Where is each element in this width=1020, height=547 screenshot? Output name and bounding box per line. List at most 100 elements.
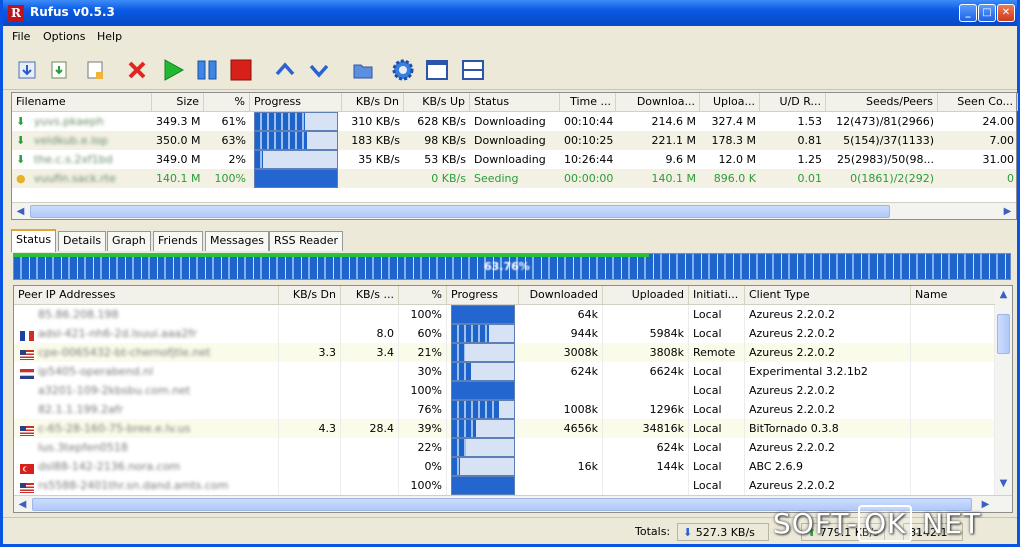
peer-progress-bar [451,419,515,438]
col-peer-initiator[interactable]: Initiati... [689,286,745,304]
peer-vscroll[interactable]: ▲ ▼ [995,286,1012,495]
peer-row[interactable]: c-65-28-160-75-bree.e.lv.us 4.3 28.4 39% 465… [14,419,995,438]
open-folder-icon[interactable] [351,58,375,82]
peer-pct: 100% [399,381,447,400]
torrent-progress-bar [254,150,338,169]
peer-row[interactable]: dsl88-142-2136.nora.com 0% 16k 144k Local ABC… [14,457,995,476]
peer-ip-cell: dsl88-142-2136.nora.com [14,457,279,476]
menu-options[interactable]: Options [43,30,85,43]
col-seen[interactable]: Seen Co... [938,93,1018,111]
menu-help[interactable]: Help [97,30,122,43]
peer-row[interactable]: 82.1.1.199.2afr 76% 1008k 1296k Local Azureus… [14,400,995,419]
torrent-downloaded: 221.1 M [651,134,696,147]
col-peer-uploaded[interactable]: Uploaded [603,286,689,304]
col-progress[interactable]: Progress [250,93,342,111]
flag-fr-icon [20,328,34,341]
flag-us-icon [20,480,34,493]
col-peer-ip[interactable]: Peer IP Addresses [14,286,279,304]
col-peer-dn[interactable]: KB/s Dn [279,286,341,304]
torrent-row[interactable]: ● vuufin.sack.rte 140.1 M 100% 0 KB/s Seeding… [12,169,1016,188]
peer-row[interactable]: cpe-0065432-bt-chernofjtle.net 3.3 3.4 21% 3… [14,343,995,362]
col-percent[interactable]: % [204,93,250,111]
torrent-progress-bar [254,169,338,188]
col-ratio[interactable]: U/D R... [760,93,826,111]
title-bar[interactable]: R Rufus v0.5.3 _ □ ✕ [3,0,1017,26]
col-filename[interactable]: Filename [12,93,152,111]
add-url-icon[interactable] [47,58,71,82]
peer-up [341,362,399,381]
view-split-icon[interactable] [461,58,485,82]
add-torrent-icon[interactable] [15,58,39,82]
peer-row[interactable]: rs5588-2401thr.sn.dand.amts.com 100% Local… [14,476,995,495]
col-seeds-peers[interactable]: Seeds/Peers [826,93,938,111]
scroll-left-icon[interactable]: ◀ [13,204,28,219]
app-icon: R [8,5,24,21]
new-torrent-icon[interactable] [83,58,107,82]
tab-status[interactable]: Status [11,229,57,252]
col-peer-up[interactable]: KB/s ... [341,286,399,304]
move-down-icon[interactable] [307,58,331,82]
tab-messages[interactable]: Messages [205,231,269,251]
col-time[interactable]: Time ... [560,93,616,111]
peer-uploaded: 1296k [603,400,689,419]
peer-ip: 85.86.208.198 [38,308,119,321]
peer-row[interactable]: ip5405-operabend.nl 30% 624k 6624k Local Expe… [14,362,995,381]
peer-uploaded: 3808k [603,343,689,362]
peer-pct: 100% [399,305,447,324]
peer-row[interactable]: a3201-109-2kbsbu.com.net 100% Local Azureus… [14,381,995,400]
peer-dn [279,381,341,400]
torrent-time: 00:00:00 [564,172,614,185]
col-status[interactable]: Status [470,93,560,111]
col-peer-downloaded[interactable]: Downloaded [519,286,603,304]
peer-up: 3.4 [341,343,399,362]
menu-file[interactable]: File [12,30,30,43]
torrent-row[interactable]: ⬇ the.c.s.2xf1bd 349.0 M 2% 35 KB/s 53 KB/s Do… [12,150,1016,169]
seed-icon: ● [16,172,26,185]
torrent-row[interactable]: ⬇ yuvs.pkaeph 349.3 M 61% 310 KB/s 628 KB/s Do… [12,112,1016,131]
peer-row[interactable]: lus.3tepfen0518 22% 624k Local Azureus 2.2.0… [14,438,995,457]
torrent-hscroll[interactable]: ◀ ▶ [12,202,1016,219]
tab-friends[interactable]: Friends [153,231,203,251]
close-button[interactable]: ✕ [997,4,1015,22]
col-client-type[interactable]: Client Type [745,286,911,304]
move-up-icon[interactable] [273,58,297,82]
tab-graph[interactable]: Graph [107,231,151,251]
watermark-suffix: .NET [912,507,982,540]
peer-init: Local [689,324,745,343]
col-kbs-dn[interactable]: KB/s Dn [342,93,404,111]
torrent-row[interactable]: ⬇ veldkub.e.lop 350.0 M 63% 183 KB/s 98 KB/s D… [12,131,1016,150]
peer-dn [279,324,341,343]
peer-ip: c-65-28-160-75-bree.e.lv.us [38,422,191,435]
scroll-right-icon[interactable]: ▶ [1000,204,1015,219]
scroll-up-icon[interactable]: ▲ [996,287,1011,302]
peer-init: Local [689,362,745,381]
col-kbs-up[interactable]: KB/s Up [404,93,470,111]
scroll-down-icon[interactable]: ▼ [996,476,1011,491]
peer-scroll-left-icon[interactable]: ◀ [15,497,30,512]
down-arrow-icon: ⬇ [16,153,26,166]
remove-icon[interactable] [125,58,149,82]
col-downloaded[interactable]: Downloa... [616,93,700,111]
settings-icon[interactable] [391,58,415,82]
start-icon[interactable] [161,58,185,82]
scroll-thumb[interactable] [30,205,890,218]
peer-init: Local [689,305,745,324]
peer-row[interactable]: adsl-421-nh6-2d.lsuui.aaa2fr 8.0 60% 944k 59… [14,324,995,343]
minimize-button[interactable]: _ [959,4,977,22]
maximize-button[interactable]: □ [978,4,996,22]
vscroll-thumb[interactable] [997,314,1010,354]
col-peer-progress[interactable]: Progress [447,286,519,304]
down-arrow-icon: ⬇ [16,115,26,128]
col-size[interactable]: Size [152,93,204,111]
col-peer-name[interactable]: Name [911,286,997,304]
peer-row[interactable]: 85.86.208.198 100% 64k Local Azureus 2.2.0.2 [14,305,995,324]
pause-icon[interactable] [195,58,219,82]
peer-init: Local [689,457,745,476]
stop-icon[interactable] [229,58,253,82]
tab-details[interactable]: Details [58,231,107,251]
col-uploaded[interactable]: Uploa... [700,93,760,111]
tab-rss-reader[interactable]: RSS Reader [269,231,344,251]
view-window-icon[interactable] [425,58,449,82]
col-peer-percent[interactable]: % [399,286,447,304]
peer-ip-cell: a3201-109-2kbsbu.com.net [14,381,279,400]
